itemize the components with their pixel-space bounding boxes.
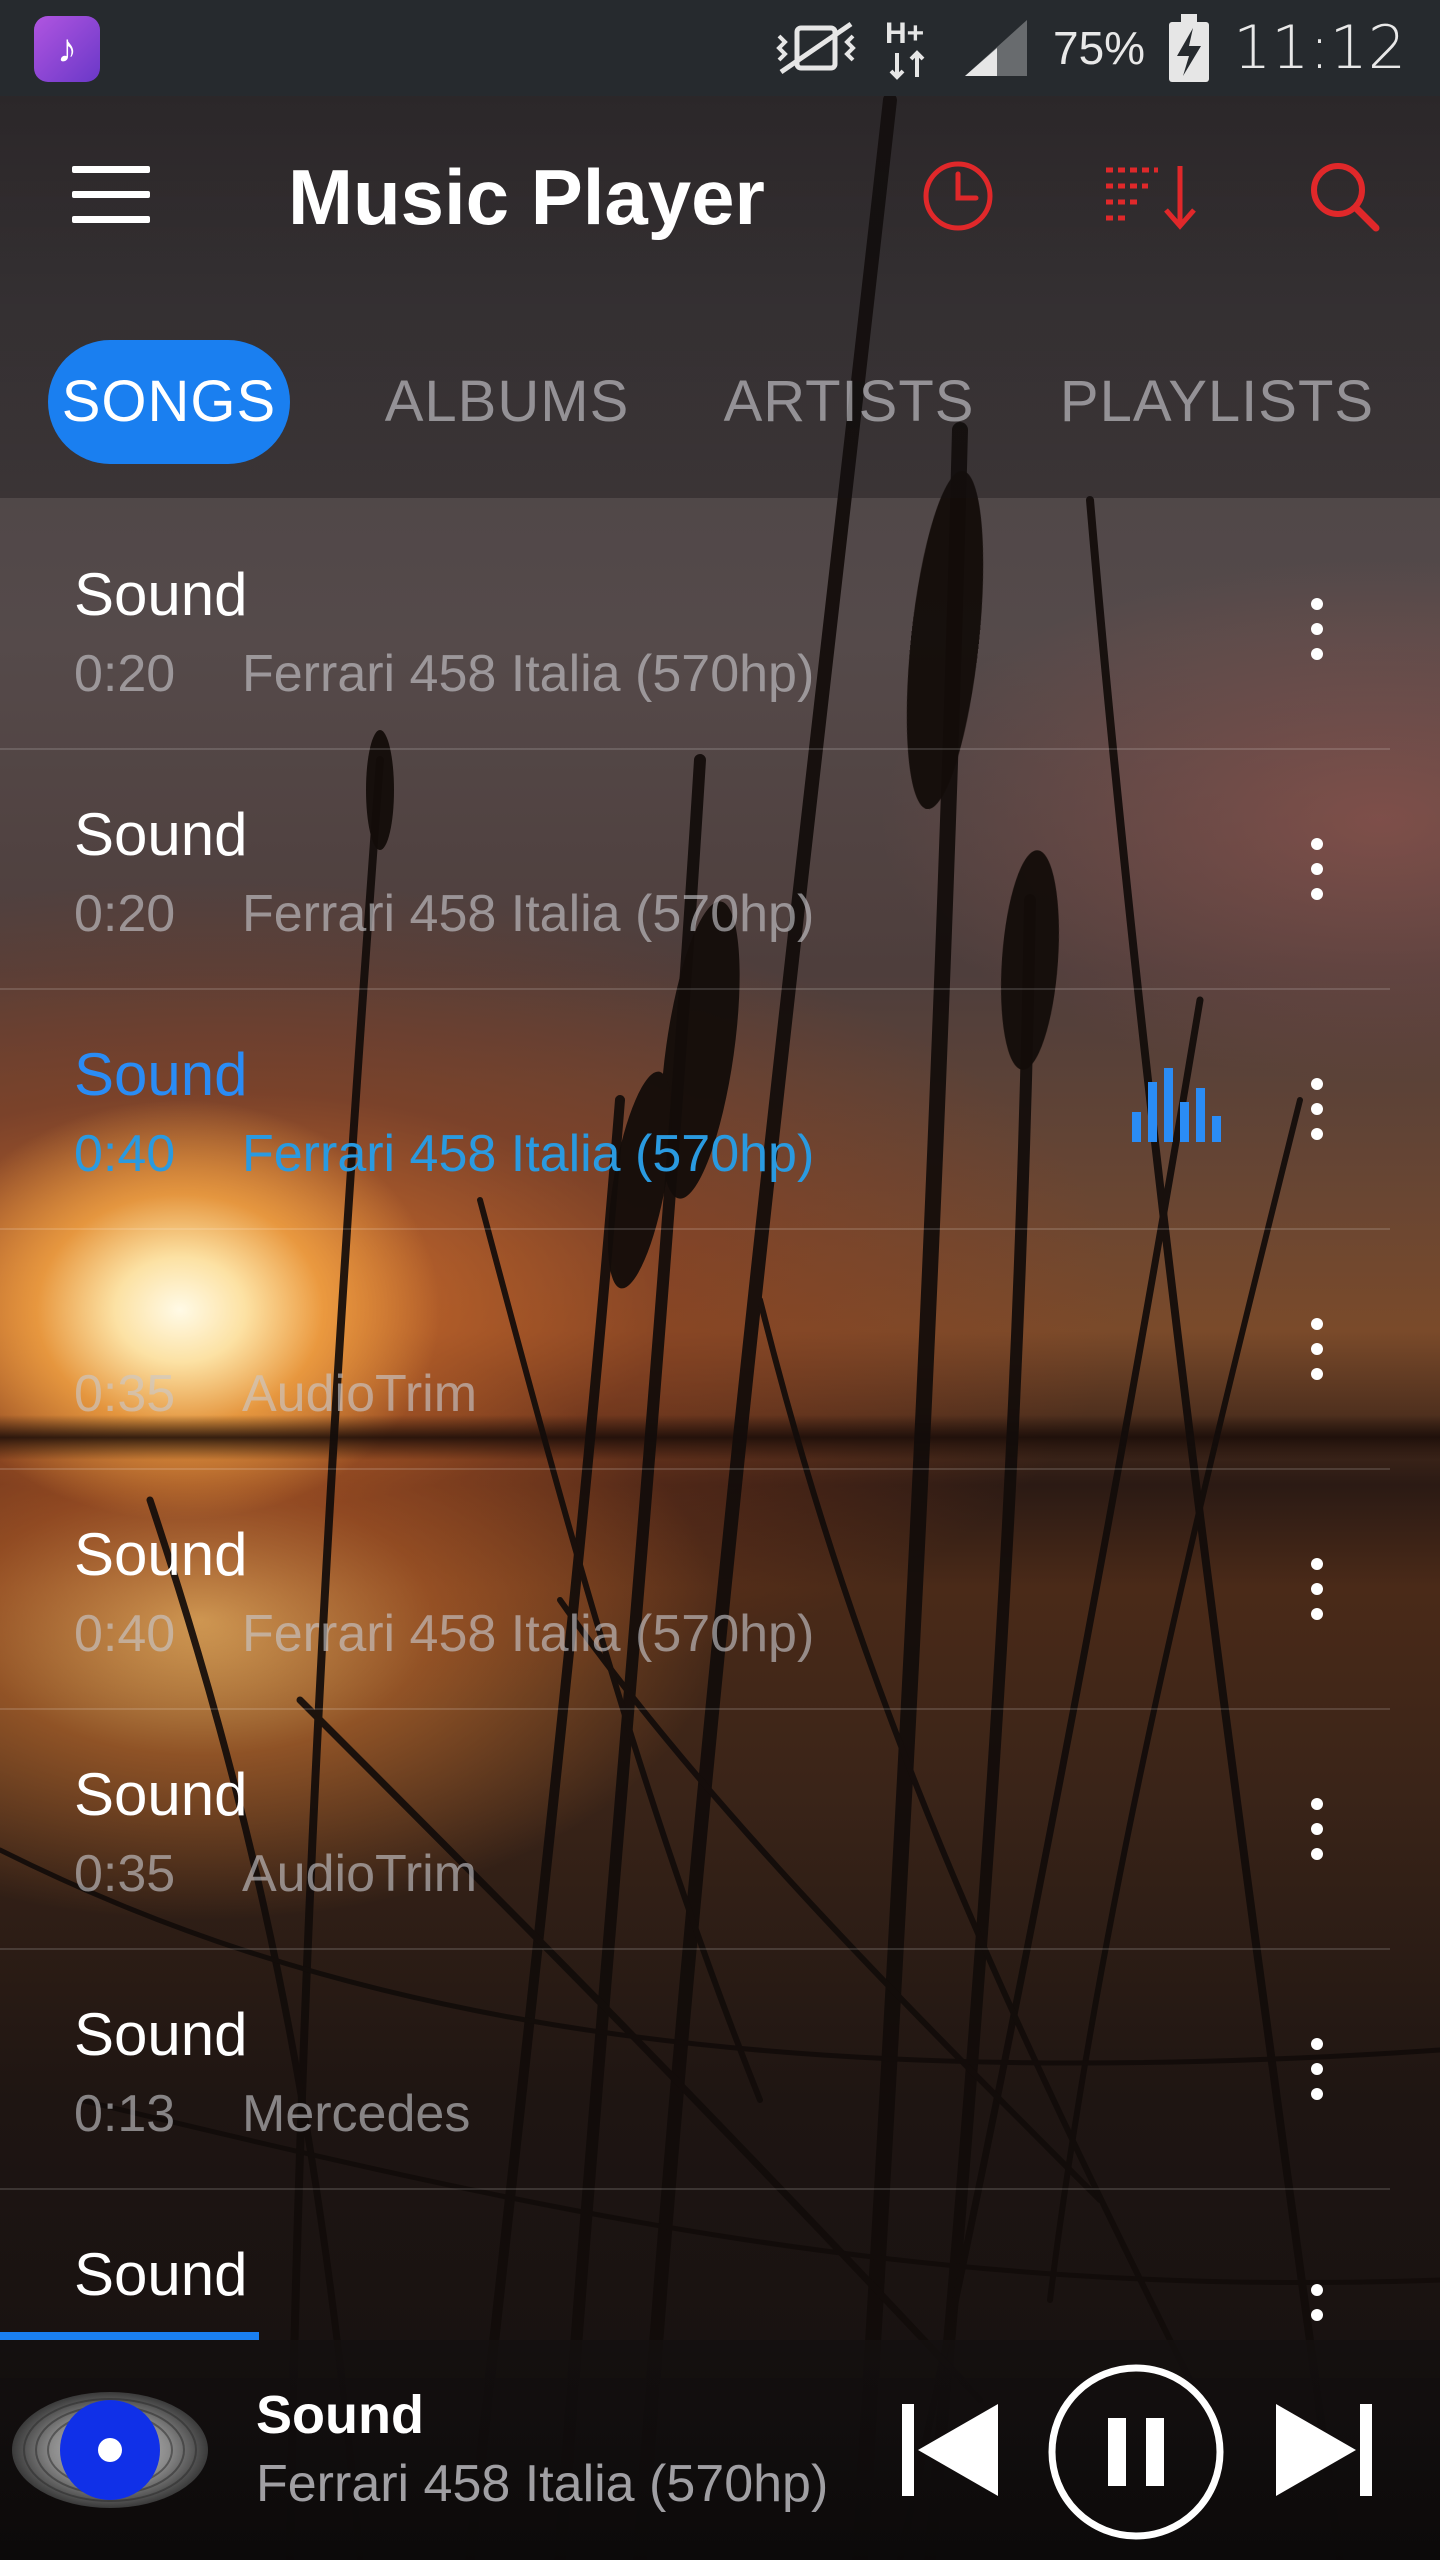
more-options-icon[interactable] xyxy=(1300,1558,1334,1624)
music-note-icon: ♪ xyxy=(34,16,100,82)
pause-icon[interactable] xyxy=(1046,2362,1226,2542)
more-options-icon[interactable] xyxy=(1300,1318,1334,1384)
more-options-icon[interactable] xyxy=(1300,598,1334,664)
song-row[interactable]: Sound 0:20 Ferrari 458 Italia (570hp) xyxy=(0,508,1390,750)
song-artist: Ferrari 458 Italia (570hp) xyxy=(242,1125,815,1183)
now-playing-artist: Ferrari 458 Italia (570hp) xyxy=(256,2455,829,2513)
song-artist: AudioTrim xyxy=(242,1845,478,1903)
playback-progress-fill xyxy=(0,2332,260,2340)
tab-albums[interactable]: ALBUMS xyxy=(372,340,642,464)
song-duration: 0:13 xyxy=(74,2085,176,2143)
song-title: Sound xyxy=(74,801,248,868)
song-artist: Ferrari 458 Italia (570hp) xyxy=(242,645,815,703)
song-row[interactable]: Sound xyxy=(0,2188,1390,2332)
app-bar: Music Player xyxy=(0,96,1440,296)
song-title: Sound xyxy=(74,2241,248,2308)
network-type-icon: H+ xyxy=(885,17,925,80)
song-duration: 0:40 xyxy=(74,1605,176,1663)
song-duration: 0:35 xyxy=(74,1845,176,1903)
playback-progress[interactable] xyxy=(0,2332,1440,2340)
search-icon[interactable] xyxy=(1304,156,1384,236)
signal-icon xyxy=(965,20,1027,76)
battery-charging-icon xyxy=(1169,14,1210,82)
menu-icon[interactable] xyxy=(72,166,150,226)
song-artist: Ferrari 458 Italia (570hp) xyxy=(242,885,815,943)
more-options-icon[interactable] xyxy=(1300,2038,1334,2104)
tab-songs[interactable]: SONGS xyxy=(48,340,290,464)
tab-bar: SONGS ALBUMS ARTISTS PLAYLISTS xyxy=(0,340,1440,466)
more-options-icon[interactable] xyxy=(1300,1798,1334,1864)
next-icon[interactable] xyxy=(1270,2398,1376,2502)
song-duration: 0:40 xyxy=(74,1125,176,1183)
status-bar: ♪ H+ 75% 11:12 xyxy=(0,0,1440,96)
song-row[interactable]: Sound 0:13 Mercedes xyxy=(0,1948,1390,2190)
now-playing-title: Sound xyxy=(256,2385,424,2445)
song-row-playing[interactable]: Sound 0:40 Ferrari 458 Italia (570hp) xyxy=(0,988,1390,1230)
song-title: Sound xyxy=(74,1761,248,1828)
mini-player[interactable]: Sound Ferrari 458 Italia (570hp) xyxy=(0,2340,1440,2560)
song-duration: 0:20 xyxy=(74,885,176,943)
song-artist: AudioTrim xyxy=(242,1365,478,1423)
previous-icon[interactable] xyxy=(898,2398,1004,2502)
song-title: Sound xyxy=(74,1521,248,1588)
vibrate-mute-icon xyxy=(776,21,856,75)
song-artist: Mercedes xyxy=(242,2085,471,2143)
song-row[interactable]: 0:35 AudioTrim xyxy=(0,1228,1390,1470)
tab-artists[interactable]: ARTISTS xyxy=(714,340,984,464)
app-title: Music Player xyxy=(288,153,765,241)
song-duration: 0:20 xyxy=(74,645,176,703)
song-row[interactable]: Sound 0:40 Ferrari 458 Italia (570hp) xyxy=(0,1468,1390,1710)
more-options-icon[interactable] xyxy=(1300,2284,1334,2332)
song-title: Sound xyxy=(74,1041,248,1108)
network-label: H+ xyxy=(885,17,924,50)
more-options-icon[interactable] xyxy=(1300,1078,1334,1144)
vinyl-disc-icon xyxy=(12,2392,208,2508)
battery-percent: 75% xyxy=(1053,22,1146,74)
tab-playlists[interactable]: PLAYLISTS xyxy=(1050,340,1384,464)
equalizer-icon xyxy=(1132,1068,1221,1142)
clock: 11:12 xyxy=(1233,13,1406,83)
song-title: Sound xyxy=(74,561,248,628)
song-row[interactable]: Sound 0:20 Ferrari 458 Italia (570hp) xyxy=(0,748,1390,990)
more-options-icon[interactable] xyxy=(1300,838,1334,904)
song-artist: Ferrari 458 Italia (570hp) xyxy=(242,1605,815,1663)
sort-icon[interactable] xyxy=(1102,156,1202,236)
song-duration: 0:35 xyxy=(74,1365,176,1423)
song-title: Sound xyxy=(74,2001,248,2068)
song-row[interactable]: Sound 0:35 AudioTrim xyxy=(0,1708,1390,1950)
sleep-timer-icon[interactable] xyxy=(918,156,998,236)
